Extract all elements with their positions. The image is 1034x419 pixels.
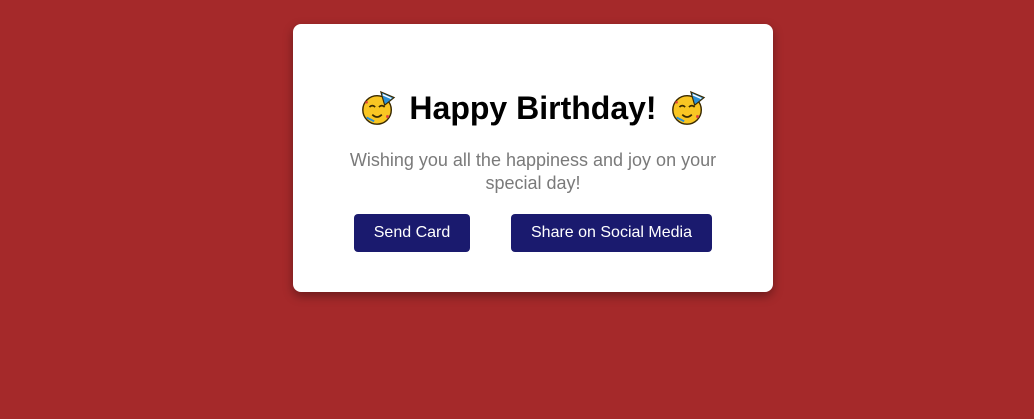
party-face-icon: [359, 89, 397, 127]
party-face-icon: [669, 89, 707, 127]
send-card-button[interactable]: Send Card: [354, 214, 470, 252]
card-title: Happy Birthday!: [409, 90, 657, 126]
birthday-card: Happy Birthday! Wishing you all the happ…: [293, 24, 773, 292]
share-social-media-button[interactable]: Share on Social Media: [511, 214, 712, 252]
title-row: Happy Birthday!: [293, 88, 773, 128]
birthday-message: Wishing you all the happiness and joy on…: [349, 150, 717, 193]
